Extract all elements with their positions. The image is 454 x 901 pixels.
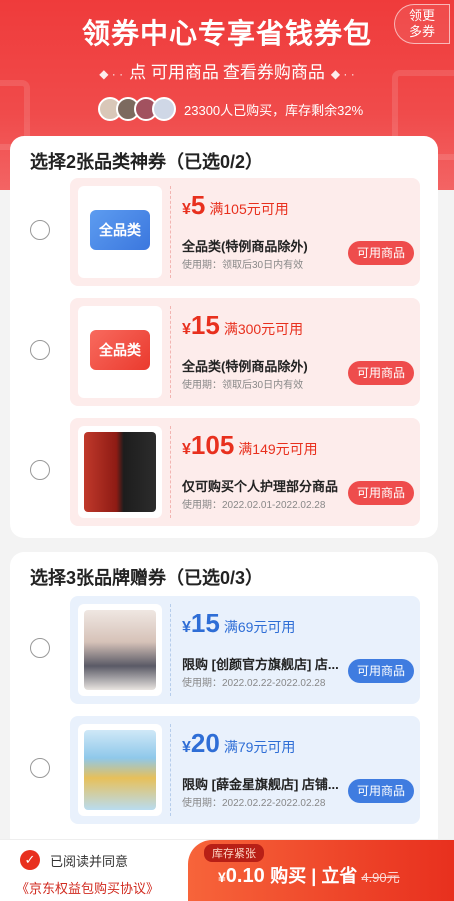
- coupon-card: ¥105 满149元可用 仅可购买个人护理部分商品 使用期：2022.02.01-…: [70, 418, 420, 526]
- subtitle-right: 查看券购商品: [222, 63, 325, 82]
- select-radio[interactable]: [30, 340, 50, 360]
- amount: 15: [190, 310, 220, 340]
- condition: 满149元可用: [238, 441, 318, 457]
- coupon-desc: 限购 [薛金星旗舰店] 店铺...: [182, 777, 339, 792]
- coupon-desc: 仅可购买个人护理部分商品: [182, 479, 339, 494]
- ticket-icon: 全品类: [90, 210, 150, 250]
- hero-subtitle: ◆ · · 点 可用商品 查看券购商品 ◆ · ·: [0, 58, 454, 83]
- coupon-price: ¥5 满105元可用: [182, 190, 289, 221]
- condition: 满79元可用: [223, 739, 296, 755]
- stock-badge: 库存紧张: [204, 844, 264, 862]
- currency: ¥: [182, 441, 191, 458]
- agreement-link[interactable]: 《京东权益包购买协议》: [16, 878, 159, 897]
- price: 0.10: [225, 865, 265, 887]
- ticket-icon: 全品类: [90, 330, 150, 370]
- buyers-text: 23300人已购买，库存剩余32%: [184, 102, 364, 118]
- currency: ¥: [182, 619, 191, 636]
- product-image: [84, 610, 156, 690]
- coupon-desc: 限购 [创颜官方旗舰店] 店...: [182, 657, 339, 672]
- divider: [170, 186, 171, 278]
- coupon-row[interactable]: 全品类 ¥5 满105元可用 全品类(特例商品除外) 使用期：领取后30日内有效 …: [10, 178, 438, 286]
- coupon-card: ¥20 满79元可用 限购 [薛金星旗舰店] 店铺... 使用期：2022.02.…: [70, 716, 420, 824]
- product-image: [84, 730, 156, 810]
- dots-left: ◆ · ·: [99, 67, 124, 81]
- select-radio[interactable]: [30, 638, 50, 658]
- currency: ¥: [182, 321, 191, 338]
- coupon-price: ¥15 满69元可用: [182, 608, 295, 639]
- coupon-card: 全品类 ¥15 满300元可用 全品类(特例商品除外) 使用期：领取后30日内有效…: [70, 298, 420, 406]
- coupon-image: [78, 724, 162, 816]
- agree-text: 已阅读并同意: [50, 853, 129, 869]
- coupon-validity: 使用期：领取后30日内有效: [182, 380, 304, 391]
- page-title: 领券中心专享省钱券包: [81, 18, 372, 49]
- coupon-validity: 使用期：2022.02.22-2022.02.28: [182, 678, 326, 689]
- product-image: [84, 432, 156, 512]
- coupon-desc: 全品类(特例商品除外): [182, 359, 308, 374]
- divider: [170, 724, 171, 816]
- agree-checkbox[interactable]: ✓ 已阅读并同意: [20, 850, 128, 870]
- coupon-image: [78, 604, 162, 696]
- amount: 5: [190, 190, 206, 220]
- subtitle-left: 点 可用商品: [129, 63, 219, 82]
- section-title: 选择3张品牌赠券（已选0/3）: [30, 568, 264, 588]
- select-radio[interactable]: [30, 758, 50, 778]
- coupon-card: ¥15 满69元可用 限购 [创颜官方旗舰店] 店... 使用期：2022.02.…: [70, 596, 420, 704]
- select-radio[interactable]: [30, 460, 50, 480]
- coupon-image: 全品类: [78, 306, 162, 398]
- condition: 满69元可用: [223, 619, 296, 635]
- buy-button[interactable]: 库存紧张 ¥0.10 购买 | 立省 4.90元: [188, 840, 454, 901]
- amount: 15: [190, 608, 220, 638]
- avatar: [152, 97, 176, 121]
- available-products-button[interactable]: 可用商品: [348, 241, 414, 265]
- select-radio[interactable]: [30, 220, 50, 240]
- amount: 105: [190, 430, 235, 460]
- coupon-price: ¥105 满149元可用: [182, 430, 318, 461]
- buy-label: ¥0.10 购买 | 立省 4.90元: [218, 862, 400, 888]
- category-coupon-card: 选择2张品类神券（已选0/2） 全品类 ¥5 满105元可用 全品类(特例商品除外…: [10, 136, 438, 538]
- available-products-button[interactable]: 可用商品: [348, 779, 414, 803]
- divider: [170, 306, 171, 398]
- coupon-image: 全品类: [78, 186, 162, 278]
- currency: ¥: [182, 739, 191, 756]
- currency: ¥: [218, 869, 226, 885]
- coupon-image: [78, 426, 162, 518]
- coupon-row[interactable]: ¥15 满69元可用 限购 [创颜官方旗舰店] 店... 使用期：2022.02.…: [10, 596, 438, 704]
- more-coupons-label: 领更多券: [408, 8, 435, 39]
- check-icon[interactable]: ✓: [20, 850, 40, 870]
- bottom-bar: ✓ 已阅读并同意 《京东权益包购买协议》 库存紧张 ¥0.10 购买 | 立省 4…: [0, 839, 454, 901]
- amount: 20: [190, 728, 220, 758]
- coupon-price: ¥15 满300元可用: [182, 310, 303, 341]
- buyers-info: 23300人已购买，库存剩余32%: [98, 96, 363, 122]
- coupon-row[interactable]: ¥105 满149元可用 仅可购买个人护理部分商品 使用期：2022.02.01-…: [10, 418, 438, 526]
- divider: [170, 604, 171, 696]
- coupon-price: ¥20 满79元可用: [182, 728, 295, 759]
- coupon-desc: 全品类(特例商品除外): [182, 239, 308, 254]
- brand-coupon-card: 选择3张品牌赠券（已选0/3） ¥15 满69元可用 限购 [创颜官方旗舰店] 店…: [10, 552, 438, 852]
- available-products-button[interactable]: 可用商品: [348, 361, 414, 385]
- coupon-row[interactable]: 全品类 ¥15 满300元可用 全品类(特例商品除外) 使用期：领取后30日内有效…: [10, 298, 438, 406]
- coupon-validity: 使用期：2022.02.22-2022.02.28: [182, 798, 326, 809]
- currency: ¥: [182, 201, 191, 218]
- more-coupons-button[interactable]: 领更多券: [394, 4, 450, 44]
- coupon-card: 全品类 ¥5 满105元可用 全品类(特例商品除外) 使用期：领取后30日内有效 …: [70, 178, 420, 286]
- condition: 满105元可用: [209, 201, 289, 217]
- coupon-validity: 使用期：领取后30日内有效: [182, 260, 304, 271]
- condition: 满300元可用: [223, 321, 304, 337]
- dots-right: ◆ · ·: [330, 67, 355, 81]
- section-title: 选择2张品类神券（已选0/2）: [30, 152, 264, 172]
- buy-text: 购买 | 立省: [270, 866, 358, 886]
- available-products-button[interactable]: 可用商品: [348, 481, 414, 505]
- coupon-row[interactable]: ¥20 满79元可用 限购 [薛金星旗舰店] 店铺... 使用期：2022.02.…: [10, 716, 438, 824]
- divider: [170, 426, 171, 518]
- coupon-validity: 使用期：2022.02.01-2022.02.28: [182, 500, 326, 511]
- original-price: 4.90元: [361, 870, 400, 885]
- available-products-button[interactable]: 可用商品: [348, 659, 414, 683]
